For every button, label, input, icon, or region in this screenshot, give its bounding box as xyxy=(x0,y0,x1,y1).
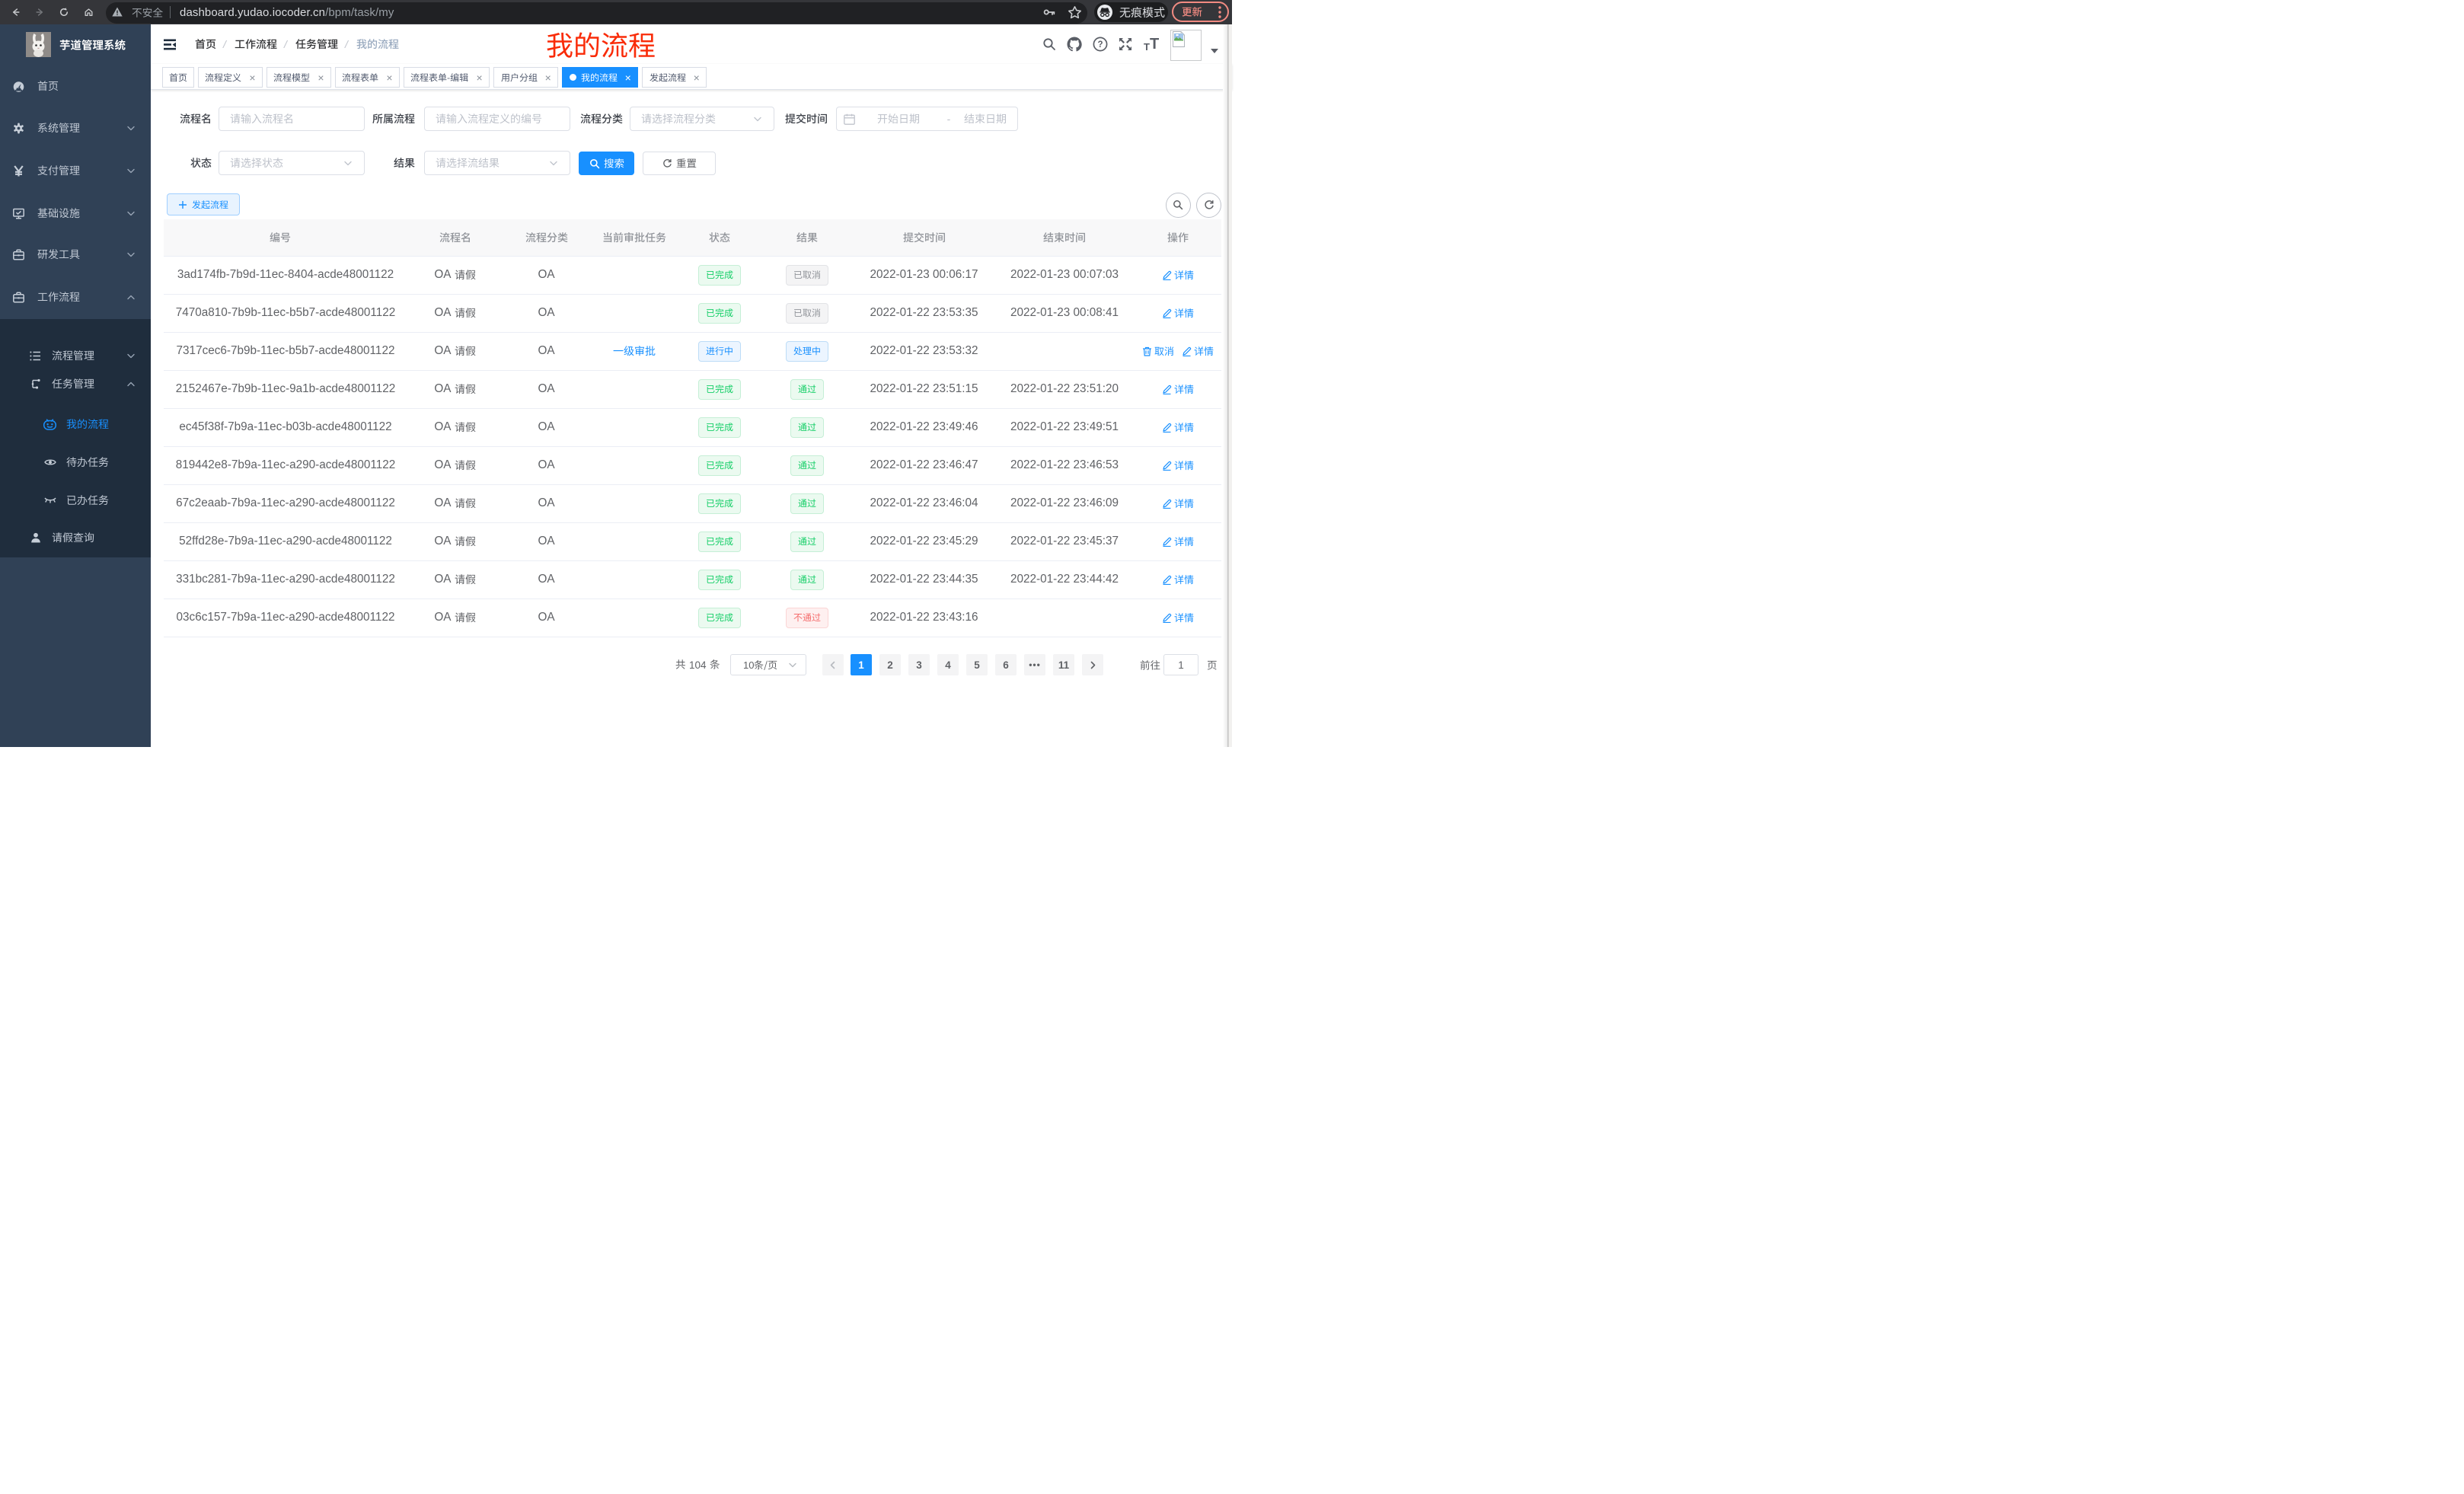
svg-text:?: ? xyxy=(1097,40,1103,49)
